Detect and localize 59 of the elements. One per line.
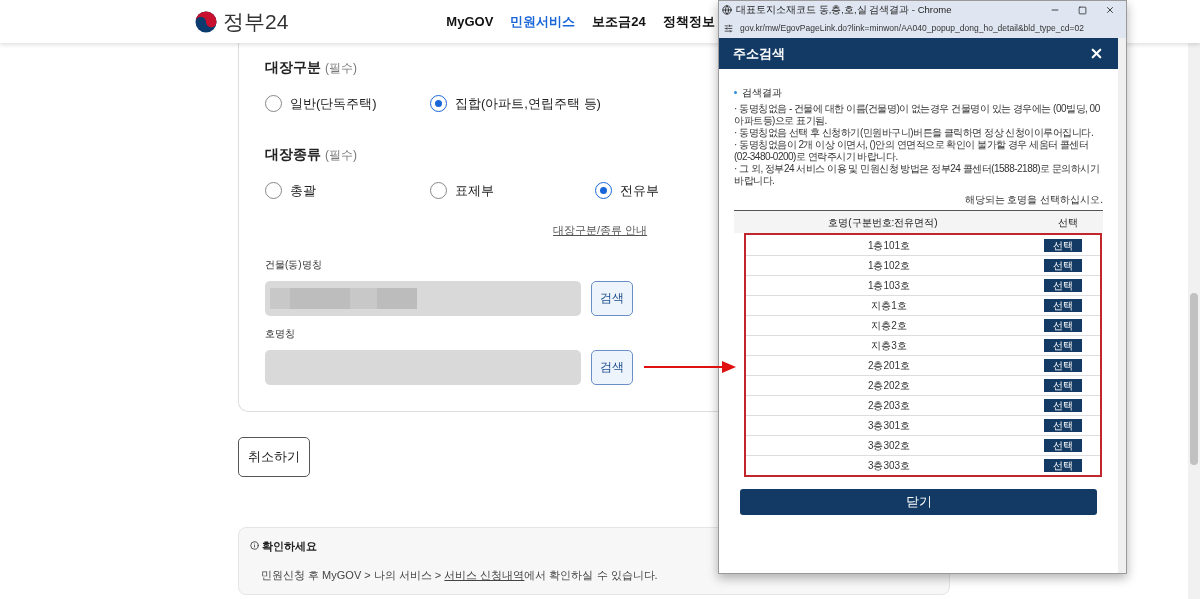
note-text: · 동명칭없음 - 건물에 대한 이름(건물명)이 없는경우 건물명이 있는 경우에는 (00빌딩, 00아파트등)으로 표기됨. [734, 103, 1101, 127]
table-cell-text: 2층201호 [866, 359, 912, 373]
required-note: (필수) [325, 146, 357, 164]
select-button[interactable]: 선택 [1044, 359, 1082, 372]
radio-label: 표제부 [455, 181, 494, 200]
radio-label: 전유부 [620, 181, 659, 200]
note-text: · 그 외, 정부24 서비스 이용 및 민원신청 방법은 정부24 콜센터(1588-2188)로 문의하시기 바랍니다. [734, 163, 1101, 187]
table-cell-text: 3층303호 [866, 459, 912, 473]
field-label: 건물(동)명칭 [265, 257, 322, 272]
close-button[interactable]: 닫기 [740, 489, 1097, 515]
search-button[interactable]: 검색 [591, 280, 633, 316]
table-cell-text: 3층302호 [866, 439, 912, 453]
column-header: 호명(구분번호:전유면적) [827, 215, 939, 230]
note-text: · 동명칭없음이 2개 이상 이면서, ()안의 연면적으로 확인이 불가할 경우 세움터 콜센터(02-3480-0200)로 연락주시기 바랍니다. [734, 139, 1090, 163]
select-button[interactable]: 선택 [1044, 439, 1082, 452]
select-button[interactable]: 선택 [1044, 419, 1082, 432]
select-button[interactable]: 선택 [1044, 399, 1082, 412]
url-text[interactable]: gov.kr/mw/EgovPageLink.do?link=minwon/AA040_popup_dong_ho_detail&bld_type_cd=02 [740, 22, 1084, 35]
table-cell-text: 1층103호 [866, 279, 912, 293]
radio-label: 총괄 [290, 181, 316, 200]
nav-link[interactable]: 민원서비스 [510, 11, 576, 32]
history-link[interactable]: 서비스 신청내역 [444, 569, 525, 581]
table-cell-text: 지층3호 [870, 339, 908, 353]
table-cell-text: 1층101호 [866, 238, 912, 253]
section-label: 대장구분 [265, 58, 321, 77]
select-button[interactable]: 선택 [1044, 238, 1082, 252]
select-button[interactable]: 선택 [1044, 319, 1082, 332]
select-button[interactable]: 선택 [1044, 459, 1082, 472]
table-cell-text: 1층102호 [866, 259, 912, 273]
note-text: · 동명칭없음 선택 후 신청하기(민원바구니)버튼을 클릭하면 정상 신청이이루어집니다. [734, 127, 1095, 139]
cancel-button[interactable]: 취소하기 [238, 436, 310, 477]
search-button[interactable]: 검색 [591, 349, 633, 385]
table-cell-text: 2층202호 [866, 379, 912, 393]
select-button[interactable]: 선택 [1044, 279, 1082, 292]
nav-link[interactable]: 보조금24 [592, 11, 646, 32]
select-button[interactable]: 선택 [1044, 299, 1082, 312]
table-cell-text: 지층2호 [870, 319, 908, 333]
hint-text: 해당되는 호명을 선택하십시오. [964, 193, 1103, 207]
field-label: 호명칭 [265, 326, 295, 341]
required-note: (필수) [325, 60, 357, 77]
radio-label: 집합(아파트,연립주택 등) [455, 95, 601, 113]
select-button[interactable]: 선택 [1044, 339, 1082, 352]
table-cell-text: 지층1호 [870, 299, 908, 313]
radio-label: 일반(단독주택) [290, 95, 377, 113]
table-cell-text: 3층301호 [866, 419, 912, 433]
notice-title: 확인하세요 [262, 538, 317, 554]
select-button[interactable]: 선택 [1044, 259, 1082, 272]
section-title: 검색결과 [742, 86, 782, 100]
window-title: 대표토지소재코드 동,층,호,실 검색결과 - Chrome [736, 2, 952, 17]
nav-link[interactable]: 정책정보 [662, 11, 715, 32]
select-button[interactable]: 선택 [1044, 379, 1082, 392]
nav-link[interactable]: MyGOV [446, 11, 494, 32]
section-label: 대장종류 [265, 144, 321, 164]
popup-title: 주소검색 [733, 44, 785, 63]
guide-link[interactable]: 대장구분/종류 안내 [553, 222, 648, 239]
site-logo-text[interactable]: 정부24 [223, 5, 289, 38]
table-cell-text: 2층203호 [866, 399, 912, 413]
notice-text: 민원신청 후 MyGOV > 나의 서비스 > 서비스 신청내역에서 확인하실 수 있습니다. [261, 568, 659, 583]
column-header: 선택 [1056, 215, 1079, 230]
